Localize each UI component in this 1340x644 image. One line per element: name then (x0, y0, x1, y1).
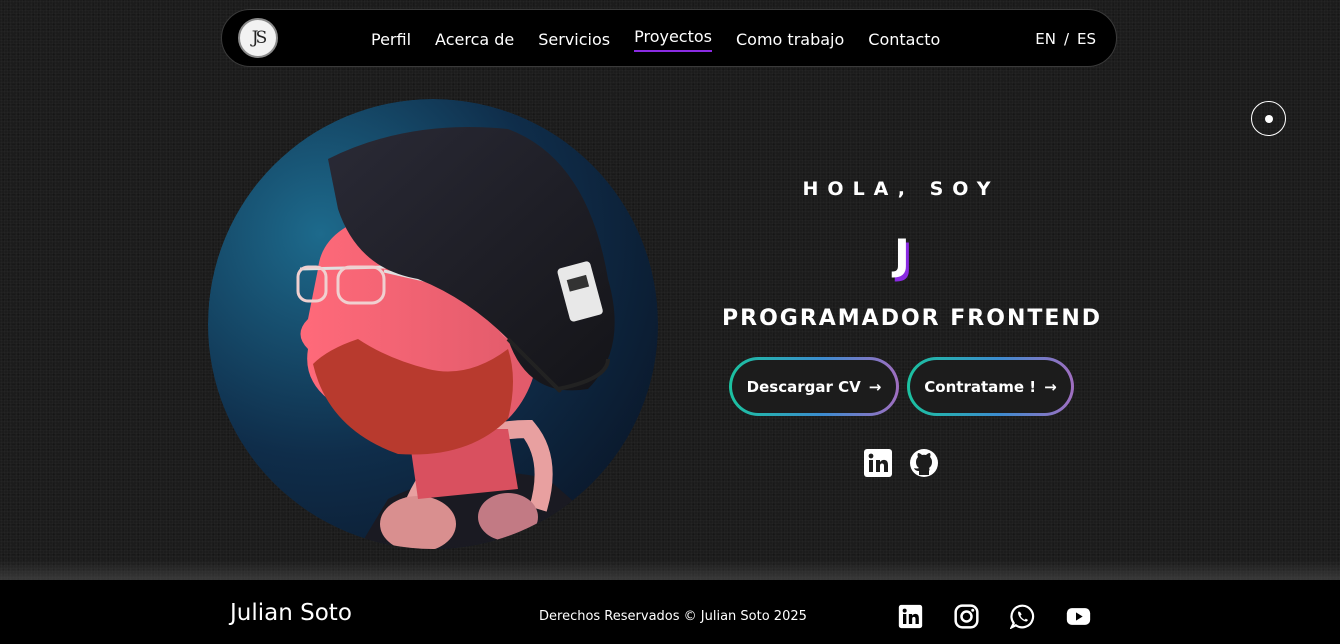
profile-photo (208, 99, 658, 549)
whatsapp-icon[interactable] (1010, 604, 1035, 629)
role-title: PROGRAMADOR FRONTEND (722, 306, 1103, 331)
arrow-right-icon: → (868, 377, 882, 396)
navbar: JS Perfil Acerca de Servicios Proyectos … (221, 9, 1117, 67)
typed-name-initial: J (894, 230, 910, 279)
nav-links: Perfil Acerca de Servicios Proyectos Com… (371, 10, 964, 68)
nav-link-acerca-de[interactable]: Acerca de (435, 30, 514, 53)
arrow-right-icon: → (1044, 377, 1057, 396)
nav-link-servicios[interactable]: Servicios (538, 30, 610, 53)
download-cv-label: Descargar CV (746, 377, 861, 396)
footer-name: Julian Soto (230, 600, 352, 626)
nav-link-como-trabajo[interactable]: Como trabajo (736, 30, 844, 53)
linkedin-icon[interactable] (863, 448, 893, 478)
lang-es-button[interactable]: ES (1077, 30, 1096, 48)
nav-link-proyectos[interactable]: Proyectos (634, 27, 712, 52)
nav-link-perfil[interactable]: Perfil (371, 30, 411, 53)
hire-me-label: Contratame ! (924, 377, 1037, 396)
download-cv-button[interactable]: Descargar CV → (729, 357, 899, 416)
lang-en-button[interactable]: EN (1035, 30, 1056, 48)
lang-separator: / (1063, 30, 1069, 48)
footer-divider (0, 560, 1340, 580)
youtube-icon[interactable] (1066, 604, 1091, 629)
greeting-text: HOLA, SOY (802, 178, 1000, 200)
nav-link-contacto[interactable]: Contacto (868, 30, 940, 53)
footer-copyright: Derechos Reservados © Julian Soto 2025 (539, 609, 807, 624)
github-icon[interactable] (909, 448, 939, 478)
theme-toggle-button[interactable] (1251, 101, 1286, 136)
hire-me-button[interactable]: Contratame ! → (907, 357, 1074, 416)
language-switcher: EN / ES (1031, 10, 1100, 68)
footer: Julian Soto Derechos Reservados © Julian… (0, 580, 1340, 644)
linkedin-icon[interactable] (898, 604, 923, 629)
logo[interactable]: JS (238, 18, 278, 58)
instagram-icon[interactable] (954, 604, 979, 629)
